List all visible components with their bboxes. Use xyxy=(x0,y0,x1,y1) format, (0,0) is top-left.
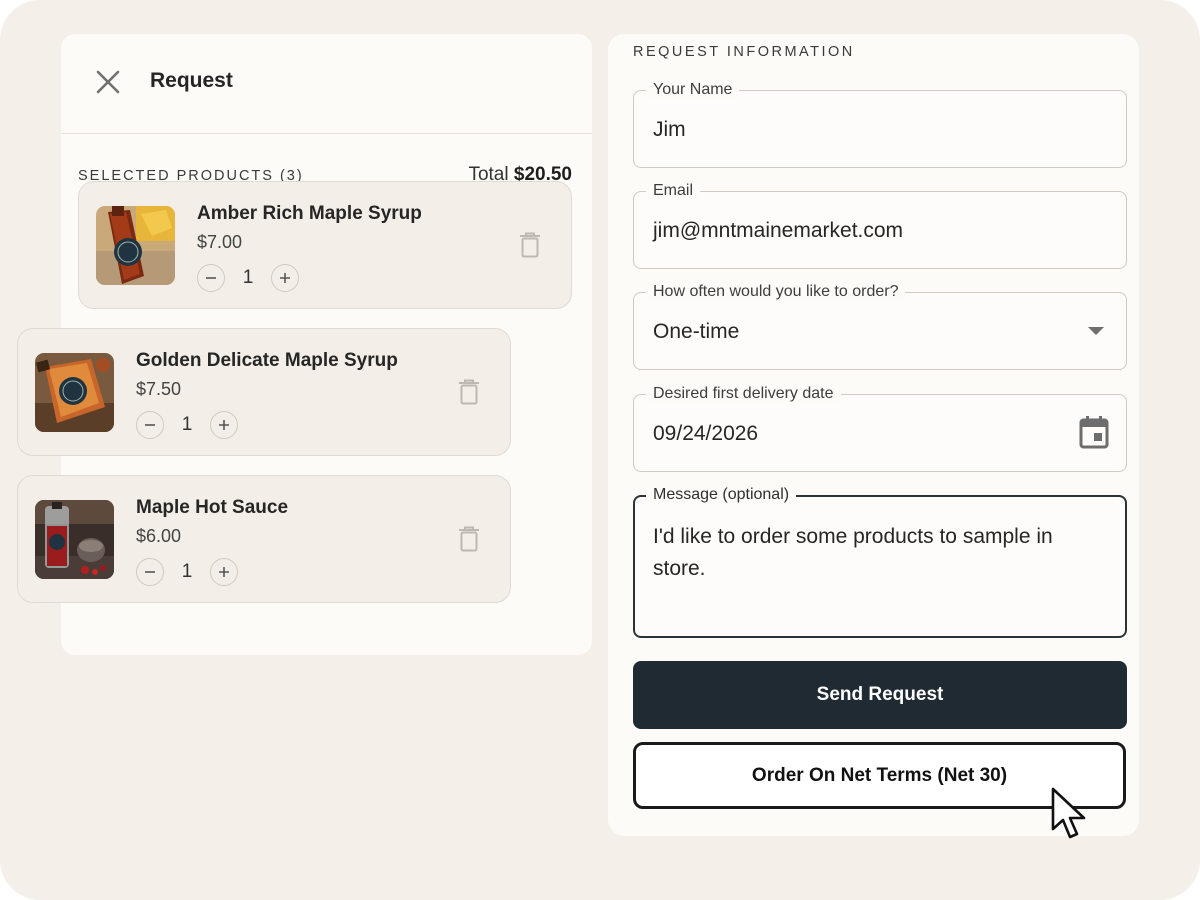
email-field[interactable]: Email jim@mntmainemarket.com xyxy=(633,181,1127,269)
trash-icon xyxy=(459,379,479,405)
minus-icon xyxy=(145,571,155,573)
order-frequency-label: How often would you like to order? xyxy=(646,282,906,302)
product-list: Amber Rich Maple Syrup $7.00 1 Golden De… xyxy=(17,181,572,622)
page-title: Request xyxy=(150,69,233,92)
remove-product-button[interactable] xyxy=(519,232,543,258)
mouse-pointer-icon xyxy=(1051,787,1086,839)
product-price: $7.00 xyxy=(197,232,243,252)
trash-icon xyxy=(520,232,540,258)
plus-icon xyxy=(280,273,290,283)
panel-header: Request xyxy=(61,34,592,134)
product-name: Golden Delicate Maple Syrup xyxy=(136,350,398,371)
email-field-value: jim@mntmainemarket.com xyxy=(653,219,904,242)
product-price: $7.50 xyxy=(136,379,182,399)
product-name: Maple Hot Sauce xyxy=(136,497,289,518)
increase-quantity-button[interactable] xyxy=(271,264,299,292)
increase-quantity-button[interactable] xyxy=(210,411,238,439)
message-field[interactable]: Message (optional) I'd like to order som… xyxy=(633,485,1127,638)
minus-icon xyxy=(145,424,155,426)
app-frame: Request SELECTED PRODUCTS (3) Total $20.… xyxy=(0,0,1200,900)
product-image xyxy=(35,500,114,579)
remove-product-button[interactable] xyxy=(458,526,482,552)
plus-icon xyxy=(219,420,229,430)
decrease-quantity-button[interactable] xyxy=(136,411,164,439)
plus-icon xyxy=(219,567,229,577)
delivery-date-label: Desired first delivery date xyxy=(646,384,841,404)
product-card: Golden Delicate Maple Syrup $7.50 1 xyxy=(17,328,511,456)
chevron-down-icon xyxy=(1088,327,1104,335)
message-field-value: I'd like to order some products to sampl… xyxy=(653,525,1053,580)
quantity-value: 1 xyxy=(242,267,254,288)
decrease-quantity-button[interactable] xyxy=(197,264,225,292)
message-field-label: Message (optional) xyxy=(646,485,797,505)
quantity-value: 1 xyxy=(181,414,193,435)
minus-icon xyxy=(206,277,216,279)
email-field-label: Email xyxy=(646,181,701,201)
increase-quantity-button[interactable] xyxy=(210,558,238,586)
request-information-panel: REQUEST INFORMATION Your Name Jim Email … xyxy=(608,34,1139,836)
trash-icon xyxy=(459,526,479,552)
quantity-stepper: 1 xyxy=(136,411,238,439)
product-image xyxy=(35,353,114,432)
send-request-button[interactable]: Send Request xyxy=(633,661,1127,729)
product-image xyxy=(96,206,175,285)
product-name: Amber Rich Maple Syrup xyxy=(197,203,422,224)
decrease-quantity-button[interactable] xyxy=(136,558,164,586)
quantity-stepper: 1 xyxy=(197,264,299,292)
close-button[interactable] xyxy=(91,65,125,99)
close-icon xyxy=(96,70,120,94)
section-label: REQUEST INFORMATION xyxy=(633,44,855,60)
name-field-value: Jim xyxy=(653,118,686,141)
product-card: Amber Rich Maple Syrup $7.00 1 xyxy=(78,181,572,309)
order-frequency-value: One-time xyxy=(653,320,740,343)
name-field-label: Your Name xyxy=(646,80,740,100)
quantity-stepper: 1 xyxy=(136,558,238,586)
quantity-value: 1 xyxy=(181,561,193,582)
calendar-icon[interactable] xyxy=(1079,415,1109,449)
delivery-date-value: 09/24/2026 xyxy=(653,422,759,445)
order-frequency-select[interactable]: How often would you like to order? One-t… xyxy=(633,282,1127,370)
product-card: Maple Hot Sauce $6.00 1 xyxy=(17,475,511,603)
remove-product-button[interactable] xyxy=(458,379,482,405)
product-price: $6.00 xyxy=(136,526,182,546)
name-field[interactable]: Your Name Jim xyxy=(633,80,1127,168)
delivery-date-field[interactable]: Desired first delivery date 09/24/2026 xyxy=(633,384,1127,472)
